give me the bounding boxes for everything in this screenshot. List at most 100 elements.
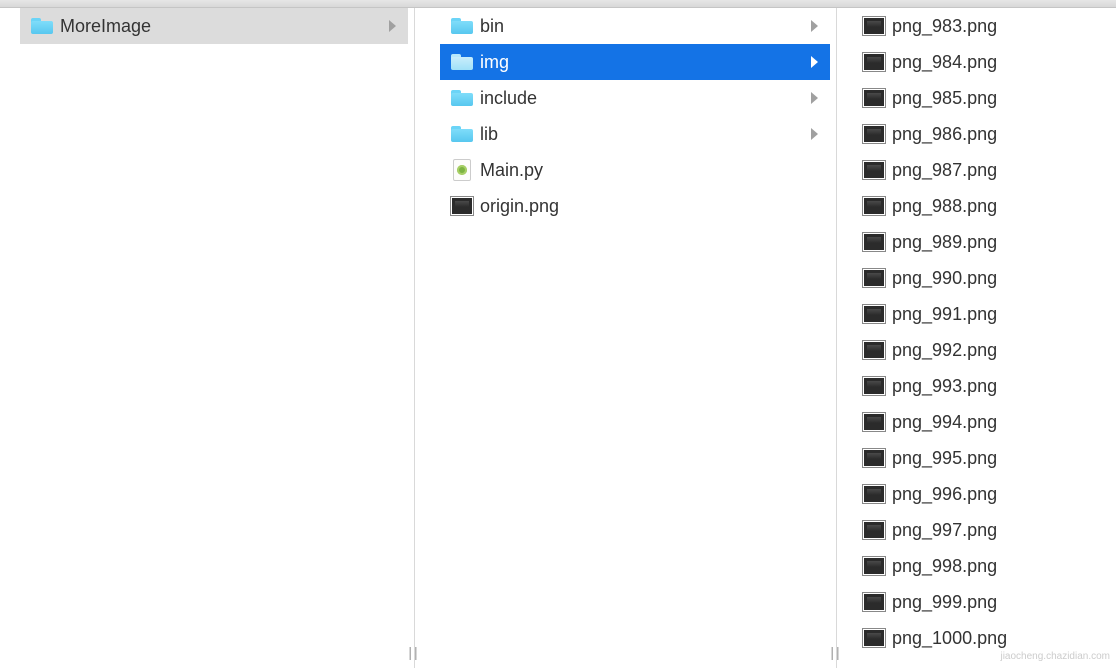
item-label: origin.png [480, 196, 822, 217]
image-file-icon [863, 161, 885, 179]
image-file-icon [863, 485, 885, 503]
icon-slot [860, 377, 888, 395]
window-titlebar [0, 0, 1116, 8]
icon-slot [860, 305, 888, 323]
list-item[interactable]: png_998.png [852, 548, 1116, 584]
icon-slot [860, 53, 888, 71]
image-file-icon [863, 233, 885, 251]
item-label: png_996.png [892, 484, 1108, 505]
image-file-icon [451, 197, 473, 215]
item-label: png_992.png [892, 340, 1108, 361]
folder-icon [451, 54, 473, 70]
column-separator-2[interactable]: || [830, 8, 842, 668]
icon-slot [860, 161, 888, 179]
icon-slot [860, 485, 888, 503]
image-file-icon [863, 125, 885, 143]
list-item[interactable]: png_987.png [852, 152, 1116, 188]
list-item[interactable]: bin [440, 8, 830, 44]
icon-slot [448, 126, 476, 142]
chevron-right-icon [389, 20, 396, 32]
item-label: png_999.png [892, 592, 1108, 613]
resize-handle-icon[interactable]: || [830, 644, 841, 660]
item-label: bin [480, 16, 811, 37]
list-item[interactable]: png_992.png [852, 332, 1116, 368]
icon-slot [860, 593, 888, 611]
icon-slot [860, 341, 888, 359]
icon-slot [448, 18, 476, 34]
icon-slot [860, 413, 888, 431]
image-file-icon [863, 629, 885, 647]
icon-slot [860, 89, 888, 107]
icon-slot [860, 521, 888, 539]
list-item[interactable]: png_994.png [852, 404, 1116, 440]
item-label: png_984.png [892, 52, 1108, 73]
folder-icon [31, 18, 53, 34]
chevron-right-icon [811, 20, 818, 32]
list-item[interactable]: png_991.png [852, 296, 1116, 332]
icon-slot [860, 629, 888, 647]
image-file-icon [863, 341, 885, 359]
image-file-icon [863, 521, 885, 539]
item-label: png_1000.png [892, 628, 1108, 649]
image-file-icon [863, 89, 885, 107]
list-item[interactable]: origin.png [440, 188, 830, 224]
item-label: png_990.png [892, 268, 1108, 289]
item-label: png_994.png [892, 412, 1108, 433]
list-item[interactable]: png_996.png [852, 476, 1116, 512]
icon-slot [860, 17, 888, 35]
icon-slot [860, 449, 888, 467]
list-item[interactable]: png_995.png [852, 440, 1116, 476]
resize-handle-icon[interactable]: || [408, 644, 419, 660]
list-item[interactable]: lib [440, 116, 830, 152]
item-label: MoreImage [60, 16, 389, 37]
item-label: png_998.png [892, 556, 1108, 577]
list-item[interactable]: png_988.png [852, 188, 1116, 224]
icon-slot [860, 269, 888, 287]
folder-icon [451, 126, 473, 142]
icon-slot [860, 557, 888, 575]
list-item[interactable]: png_986.png [852, 116, 1116, 152]
chevron-right-icon [811, 128, 818, 140]
image-file-icon [863, 557, 885, 575]
icon-slot [448, 90, 476, 106]
column-3[interactable]: png_983.png png_984.png png_985.png png_986… [842, 8, 1116, 668]
icon-slot [28, 18, 56, 34]
item-label: png_991.png [892, 304, 1108, 325]
image-file-icon [863, 197, 885, 215]
item-label: Main.py [480, 160, 822, 181]
item-label: png_985.png [892, 88, 1108, 109]
list-item[interactable]: MoreImage [20, 8, 408, 44]
icon-slot [860, 233, 888, 251]
list-item[interactable]: png_997.png [852, 512, 1116, 548]
list-item[interactable]: png_983.png [852, 8, 1116, 44]
image-file-icon [863, 413, 885, 431]
list-item[interactable]: include [440, 80, 830, 116]
chevron-right-icon [811, 56, 818, 68]
item-label: png_997.png [892, 520, 1108, 541]
list-item[interactable]: Main.py [440, 152, 830, 188]
list-item[interactable]: png_990.png [852, 260, 1116, 296]
item-label: png_983.png [892, 16, 1108, 37]
image-file-icon [863, 53, 885, 71]
item-label: img [480, 52, 811, 73]
list-item[interactable]: img [440, 44, 830, 80]
item-label: lib [480, 124, 811, 145]
list-item[interactable]: png_989.png [852, 224, 1116, 260]
list-item[interactable]: png_984.png [852, 44, 1116, 80]
folder-icon [451, 18, 473, 34]
icon-slot [860, 197, 888, 215]
icon-slot [860, 125, 888, 143]
image-file-icon [863, 305, 885, 323]
list-item[interactable]: png_993.png [852, 368, 1116, 404]
image-file-icon [863, 377, 885, 395]
folder-icon [451, 90, 473, 106]
list-item[interactable]: png_999.png [852, 584, 1116, 620]
python-file-icon [453, 159, 471, 181]
list-item[interactable]: png_985.png [852, 80, 1116, 116]
item-label: include [480, 88, 811, 109]
column-1[interactable]: MoreImage [0, 8, 408, 668]
column-2[interactable]: bin img include lib Main.py origin.png [420, 8, 830, 668]
image-file-icon [863, 449, 885, 467]
chevron-right-icon [811, 92, 818, 104]
column-separator-1[interactable]: || [408, 8, 420, 668]
